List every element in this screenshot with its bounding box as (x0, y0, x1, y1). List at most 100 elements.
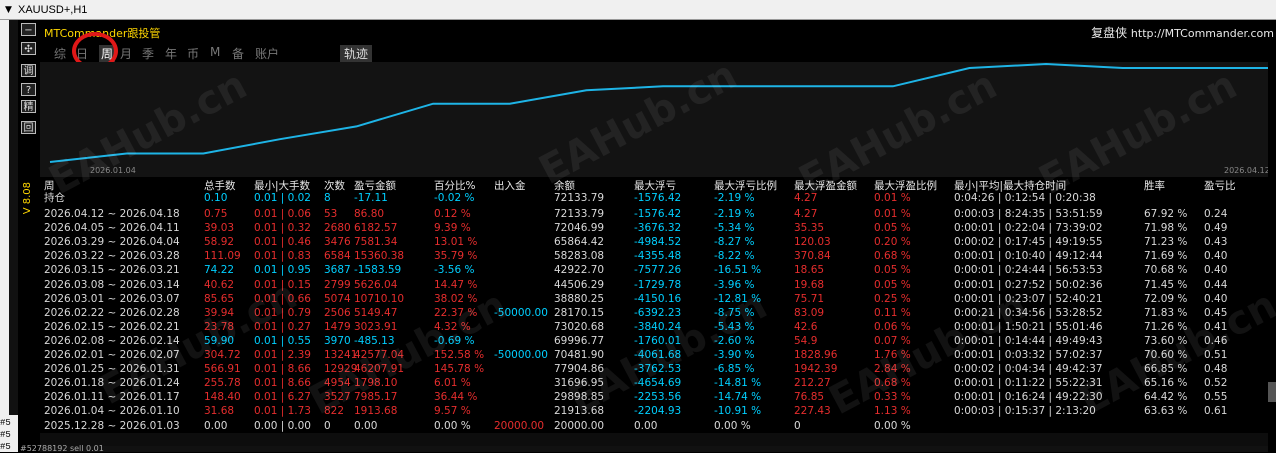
table-cell: 46207.91 (354, 363, 405, 376)
site-url[interactable]: http://MTCommander.com (1131, 27, 1274, 40)
table-row: 2026.01.18 ~ 2026.01.24 255.78 0.01 | 8.66… (44, 377, 1276, 389)
table-cell: 5626.04 (354, 278, 398, 291)
menu-arrow-icon[interactable]: ▼ (5, 0, 12, 20)
table-cell: -485.13 (354, 334, 395, 347)
minimize-button[interactable]: − (21, 23, 36, 36)
table-cell: 58283.08 (554, 250, 605, 263)
table-row: 2026.03.08 ~ 2026.03.14 40.62 0.01 | 0.15 2… (44, 279, 1276, 291)
table-cell: 0:00:02 | 0:17:45 | 49:19:55 (954, 236, 1103, 249)
tab-9[interactable]: 账户 (255, 45, 279, 62)
table-cell: 0.00 % (434, 419, 471, 432)
help-button[interactable]: ? (21, 83, 36, 96)
table-cell: 0.00 % (874, 419, 911, 432)
back-button[interactable]: 回 (21, 121, 36, 134)
table-cell: -5.34 % (714, 222, 755, 235)
table-cell: 566.91 (204, 363, 241, 376)
table-cell: 72133.79 (554, 208, 605, 220)
table-cell: 8 (324, 192, 331, 204)
adjust-button[interactable]: 调 (21, 64, 36, 77)
tab-5[interactable]: 年 (165, 45, 177, 62)
tab-4[interactable]: 季 (142, 45, 154, 62)
table-row: 2026.01.04 ~ 2026.01.10 31.68 0.01 | 1.73 8… (44, 405, 1276, 417)
table-cell: 0.01 | 0.95 (254, 264, 311, 277)
equity-chart (40, 62, 1276, 177)
row-label: 2026.03.08 ~ 2026.03.14 (44, 278, 180, 291)
table-cell: 0:00:01 | 0:24:44 | 56:53:53 (954, 264, 1103, 277)
table-cell: 0:00:01 | 0:11:22 | 55:22:31 (954, 377, 1103, 390)
scrollbar-thumb[interactable] (1268, 382, 1276, 402)
table-cell: 63.63 % (1144, 405, 1188, 418)
table-cell: 0:00:21 | 0:34:56 | 53:28:52 (954, 306, 1103, 319)
table-cell: 71.98 % (1144, 222, 1188, 235)
table-row: 2025.12.28 ~ 2026.01.03 0.00 0.00 | 0.00 0 0… (44, 420, 1276, 432)
vertical-scrollbar[interactable] (1268, 62, 1276, 452)
table-cell: -3.96 % (714, 278, 755, 291)
table-cell: 0:04:26 | 0:12:54 | 0:20:38 (954, 192, 1096, 204)
tab-7[interactable]: M (210, 45, 220, 59)
tab-3[interactable]: 月 (120, 45, 132, 62)
table-cell: 0 (324, 419, 331, 432)
table-cell: 71.69 % (1144, 250, 1188, 263)
table-cell: 83.09 (794, 306, 825, 319)
table-cell: -8.22 % (714, 250, 755, 263)
table-cell: 58.92 (204, 236, 235, 249)
table-cell: 370.84 (794, 250, 831, 263)
table-cell: 53 (324, 208, 338, 220)
table-cell: -3676.32 (634, 222, 682, 235)
table-cell: 0.40 (1204, 264, 1228, 277)
row-label: 2026.04.05 ~ 2026.04.11 (44, 222, 180, 235)
table-cell: 出入金 (494, 180, 526, 192)
table-cell: 0:00:01 | 0:16:24 | 49:22:30 (954, 391, 1103, 404)
window-title: XAUUSD+,H1 (18, 4, 88, 16)
table-cell: 152.58 % (434, 349, 485, 361)
table-cell: 0.75 (204, 208, 228, 220)
table-cell: 0.12 % (434, 208, 471, 220)
table-cell: 0:00:03 | 0:15:37 | 2:13:20 (954, 405, 1096, 418)
tab-8[interactable]: 备 (232, 45, 244, 62)
table-cell: 255.78 (204, 377, 241, 390)
table-cell: 0.68 % (874, 250, 911, 263)
table-cell: -17.11 (354, 192, 388, 204)
table-cell: 1828.96 (794, 349, 838, 361)
tab-track[interactable]: 轨迹 (340, 45, 373, 62)
table-cell: 67.92 % (1144, 208, 1188, 220)
table-cell: 38.02 % (434, 292, 478, 305)
table-cell: 111.09 (204, 250, 241, 263)
version-label: V 8.08 (22, 182, 33, 215)
table-cell: 盈亏比 (1204, 180, 1236, 192)
table-row: 2026.01.11 ~ 2026.01.17 148.40 0.01 | 6.27… (44, 391, 1276, 403)
site-link[interactable]: 复盘侠 http://MTCommander.com (1091, 24, 1274, 41)
table-cell: 盈亏金额 (354, 180, 396, 192)
detail-button[interactable]: 精 (21, 100, 36, 113)
table-cell: 0.01 | 2.39 (254, 349, 311, 361)
table-cell: 822 (324, 405, 345, 418)
table-row: 2026.02.01 ~ 2026.02.07 304.72 0.01 | 2.39… (44, 349, 1276, 361)
row-label: 2026.01.11 ~ 2026.01.17 (44, 391, 180, 404)
tab-0[interactable]: 综 (54, 45, 66, 62)
table-row: 2026.03.29 ~ 2026.04.04 58.92 0.01 | 0.46 3… (44, 236, 1276, 248)
tab-6[interactable]: 币 (187, 45, 199, 62)
table-row: 2026.01.25 ~ 2026.01.31 566.91 0.01 | 8.66… (44, 363, 1276, 375)
table-cell: -4355.48 (634, 250, 682, 263)
table-cell: -6392.23 (634, 306, 682, 319)
table-row: 2026.02.15 ~ 2026.02.21 23.78 0.01 | 0.27 1… (44, 321, 1276, 333)
table-cell: 42.6 (794, 320, 818, 333)
table-cell: 0.00 (354, 419, 378, 432)
table-cell: -0.69 % (434, 334, 475, 347)
table-cell: 0.61 (1204, 405, 1228, 418)
table-cell: 148.40 (204, 391, 241, 404)
table-cell: 64.42 % (1144, 391, 1188, 404)
table-cell: 13241 (324, 349, 358, 361)
table-cell: 19.68 (794, 278, 825, 291)
table-cell: -0.02 % (434, 192, 475, 204)
table-cell: -4654.69 (634, 377, 682, 390)
move-icon[interactable]: ✣ (21, 42, 36, 55)
table-cell: 44506.29 (554, 278, 605, 291)
table-cell: 39.03 (204, 222, 235, 235)
table-cell: 0:00:03 | 8:24:35 | 53:51:59 (954, 208, 1103, 220)
table-cell: 6.01 % (434, 377, 471, 390)
table-cell: 72133.79 (554, 192, 605, 204)
table-cell: 总手数 (204, 180, 236, 192)
table-row: 2026.02.22 ~ 2026.02.28 39.94 0.01 | 0.79 2… (44, 307, 1276, 319)
table-cell: 0.01 | 0.32 (254, 222, 311, 235)
